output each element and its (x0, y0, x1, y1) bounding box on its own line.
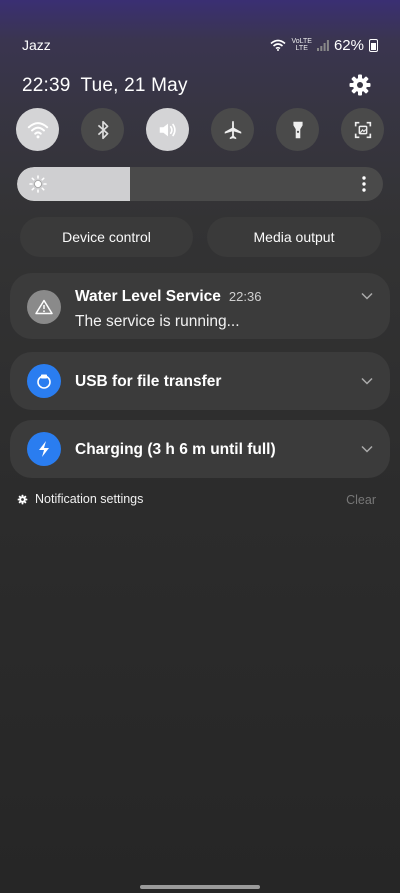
lte-label: LTE (295, 45, 308, 52)
signal-icon (316, 39, 329, 51)
notification-title: Charging (3 h 6 m until full) (75, 441, 276, 458)
status-bar: Jazz VoLTE LTE 62% (22, 36, 378, 54)
usb-icon (27, 364, 61, 398)
battery-percent: 62% (333, 36, 364, 54)
screenshot-icon (354, 121, 371, 138)
chevron-down-icon[interactable] (361, 445, 373, 453)
notification-charging[interactable]: Charging (3 h 6 m until full) (10, 420, 390, 478)
brightness-slider[interactable] (17, 167, 383, 201)
notification-title: USB for file transfer (75, 373, 222, 390)
carrier-name: Jazz (22, 37, 51, 53)
header-datetime: 22:39 Tue, 21 May (22, 75, 188, 97)
gear-icon (17, 494, 28, 504)
notification-time: 22:36 (228, 289, 262, 304)
chevron-down-icon[interactable] (361, 377, 373, 385)
media-output-button[interactable]: Media output (207, 217, 381, 257)
airplane-icon (224, 120, 241, 139)
clock-time: 22:39 (22, 75, 71, 96)
clear-button[interactable]: Clear (346, 493, 376, 507)
notification-title: Water Level Service 22:36 (75, 288, 261, 306)
battery-icon (369, 38, 378, 52)
sun-icon (29, 175, 47, 193)
quick-settings-row (16, 108, 384, 152)
notification-water-level[interactable]: Water Level Service 22:36 The service is … (10, 273, 390, 339)
lightning-icon (27, 432, 61, 466)
volume-icon (159, 123, 176, 136)
more-vertical-icon[interactable] (361, 175, 367, 193)
status-icons: VoLTE LTE 62% (270, 37, 378, 54)
volte-label: VoLTE (291, 38, 312, 45)
bluetooth-icon (97, 120, 108, 139)
notification-title-text: Water Level Service (75, 288, 221, 305)
warning-icon (27, 290, 61, 324)
qs-tile-airplane-mode[interactable] (211, 108, 254, 151)
qs-tile-sound[interactable] (146, 108, 189, 151)
volte-indicator: VoLTE LTE (291, 38, 312, 52)
qs-tile-screenshot[interactable] (341, 108, 384, 151)
gear-icon[interactable] (348, 73, 372, 97)
home-indicator[interactable] (140, 885, 260, 889)
qs-tile-flashlight[interactable] (276, 108, 319, 151)
wifi-icon (270, 39, 286, 51)
flashlight-icon (292, 121, 303, 138)
notification-usb[interactable]: USB for file transfer (10, 352, 390, 410)
wifi-icon (27, 121, 48, 138)
notification-settings-link[interactable]: Notification settings (17, 492, 143, 506)
chevron-down-icon[interactable] (361, 292, 373, 300)
notification-settings-label: Notification settings (35, 492, 144, 506)
date-label: Tue, 21 May (80, 75, 188, 96)
qs-tile-wifi[interactable] (16, 108, 59, 151)
notification-body: The service is running... (75, 313, 240, 330)
qs-tile-bluetooth[interactable] (81, 108, 124, 151)
device-control-button[interactable]: Device control (20, 217, 193, 257)
